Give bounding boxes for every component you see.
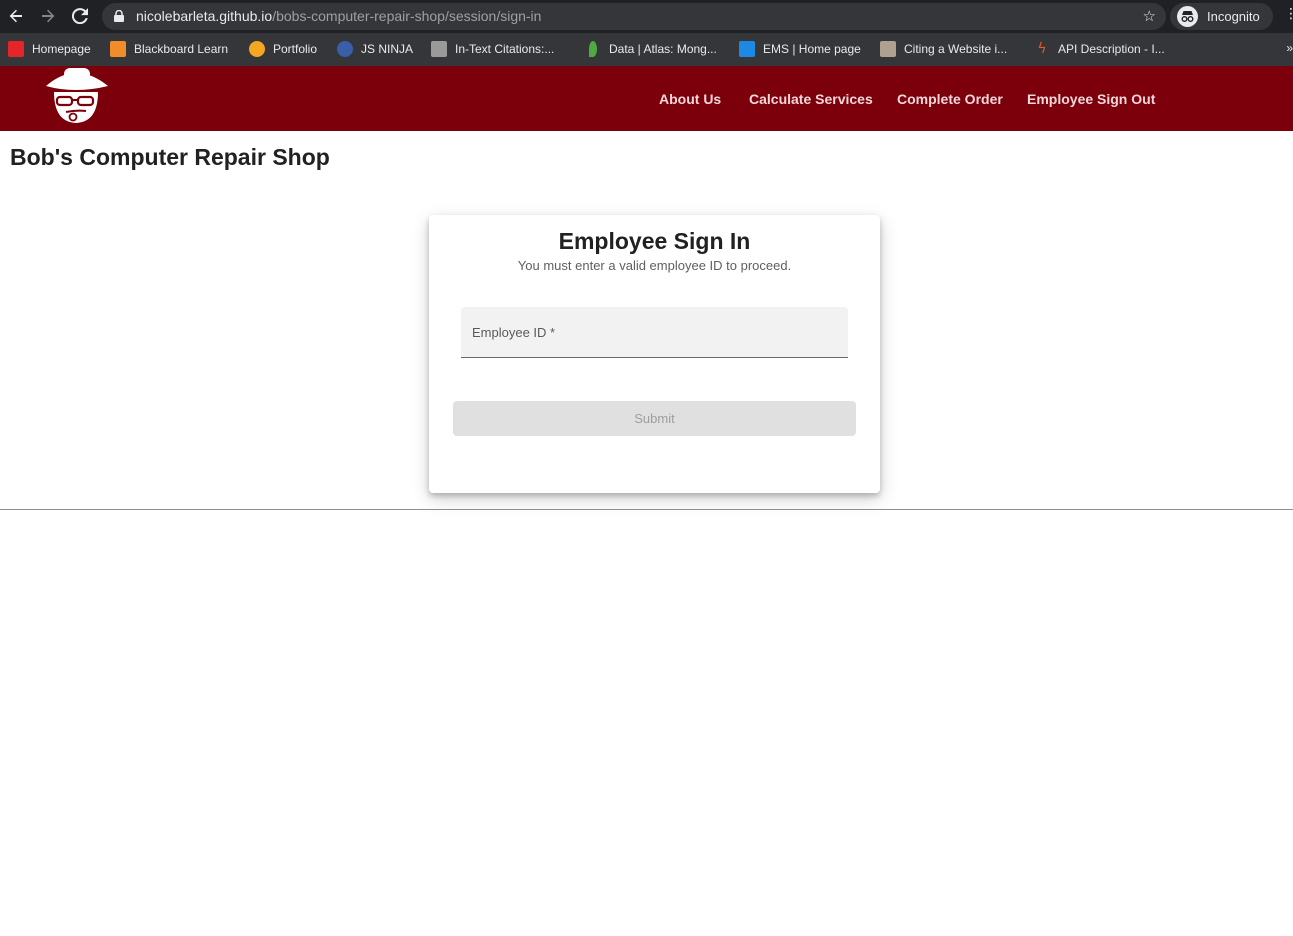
bookmark-label: EMS | Home page [763, 42, 861, 56]
bookmark-label: JS NINJA [361, 42, 414, 56]
bookmark-api-description[interactable]: ϟ API Description - I... [1034, 41, 1165, 57]
bookmark-favicon-icon [739, 41, 755, 57]
browser-menu-icon[interactable]: ⋮ [1284, 6, 1293, 22]
bookmarks-bar: Homepage Blackboard Learn Portfolio JS N… [0, 33, 1293, 66]
nav-about-us[interactable]: About Us [659, 91, 721, 107]
bookmark-favicon-icon [431, 41, 447, 57]
incognito-icon [1177, 6, 1198, 27]
bookmark-atlas-mongo[interactable]: Data | Atlas: Mong... [585, 41, 717, 57]
bookmark-js-ninja[interactable]: JS NINJA [337, 41, 413, 57]
leaf-icon [589, 41, 597, 57]
footer-divider [0, 509, 1293, 510]
sign-in-subtitle: You must enter a valid employee ID to pr… [517, 258, 792, 273]
lightning-icon: ϟ [1037, 41, 1047, 57]
url-text: nicolebarleta.github.io/bobs-computer-re… [136, 8, 541, 24]
bookmark-label: Blackboard Learn [134, 42, 229, 56]
bookmark-ems[interactable]: EMS | Home page [739, 41, 861, 57]
bookmark-favicon-icon [337, 41, 353, 57]
bookmark-favicon-icon [8, 41, 24, 57]
reload-icon[interactable] [69, 5, 91, 27]
browser-toolbar: nicolebarleta.github.io/bobs-computer-re… [0, 0, 1293, 33]
bookmark-blackboard[interactable]: Blackboard Learn [110, 41, 228, 57]
incognito-label: Incognito [1207, 9, 1260, 24]
page-title: Bob's Computer Repair Shop [10, 144, 330, 170]
nav-employee-sign-out[interactable]: Employee Sign Out [1027, 91, 1155, 107]
bookmark-citing-website[interactable]: Citing a Website i... [880, 41, 1007, 57]
bookmark-label: Homepage [32, 42, 91, 56]
bookmark-favicon-icon [880, 41, 896, 57]
app-header: About Us Calculate Services Complete Ord… [0, 66, 1293, 131]
bookmark-label: API Description - I... [1058, 42, 1165, 56]
forward-arrow-icon[interactable] [37, 5, 59, 27]
sign-in-title: Employee Sign In [558, 228, 751, 254]
bookmark-star-icon[interactable]: ☆ [1143, 7, 1156, 25]
bookmark-favicon-icon [249, 41, 265, 57]
nav-calculate-services[interactable]: Calculate Services [749, 91, 873, 107]
employee-id-field[interactable]: Employee ID * [461, 307, 848, 358]
url-path: /bobs-computer-repair-shop/session/sign-… [272, 8, 542, 24]
lock-icon [114, 10, 124, 22]
bookmark-homepage[interactable]: Homepage [8, 41, 91, 57]
bookmarks-overflow-button[interactable]: » [1286, 41, 1293, 55]
address-bar[interactable]: nicolebarleta.github.io/bobs-computer-re… [102, 3, 1166, 30]
sign-in-card: Employee Sign In You must enter a valid … [429, 215, 880, 493]
bookmark-in-text-citations[interactable]: In-Text Citations:... [431, 41, 554, 57]
employee-id-label: Employee ID * [472, 325, 556, 340]
bookmark-label: Citing a Website i... [904, 42, 1008, 56]
bookmark-favicon-icon [110, 41, 126, 57]
bookmark-label: Data | Atlas: Mong... [609, 42, 717, 56]
url-host: nicolebarleta.github.io [136, 8, 273, 24]
incognito-profile-button[interactable]: Incognito [1170, 3, 1273, 30]
nav-complete-order[interactable]: Complete Order [897, 91, 1003, 107]
bookmark-portfolio[interactable]: Portfolio [249, 41, 317, 57]
logo-icon[interactable] [38, 66, 114, 126]
back-arrow-icon[interactable] [5, 5, 27, 27]
bookmark-label: In-Text Citations:... [455, 42, 555, 56]
submit-button[interactable]: Submit [453, 401, 856, 436]
bookmark-label: Portfolio [273, 42, 318, 56]
